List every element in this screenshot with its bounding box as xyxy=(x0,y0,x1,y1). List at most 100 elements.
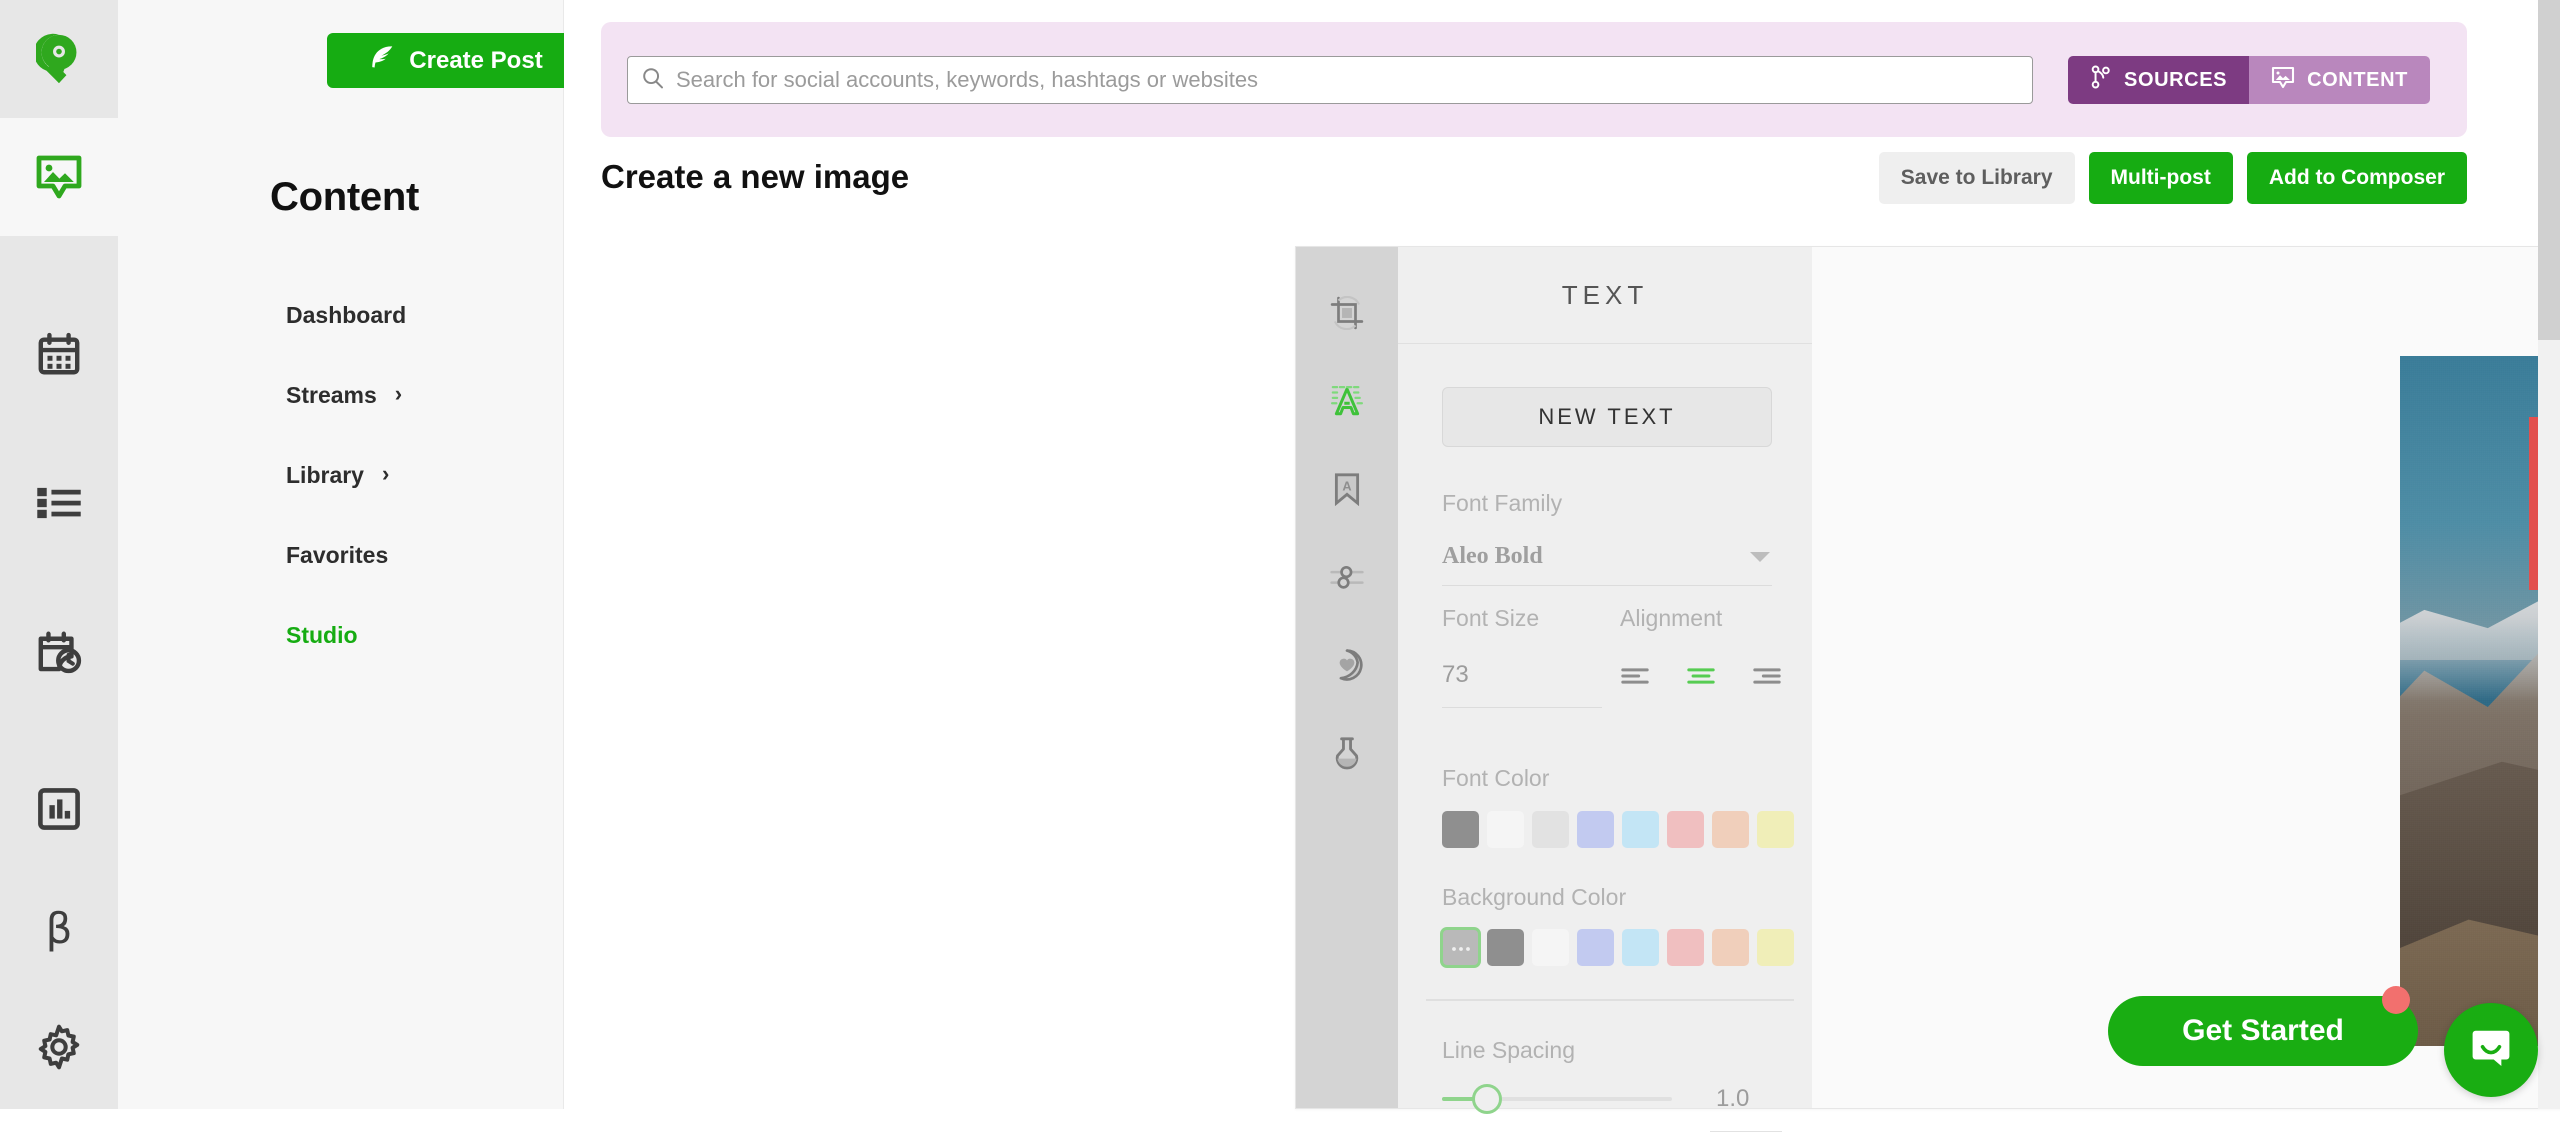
search-scope-toggle: SOURCES CONTENT xyxy=(2068,56,2430,104)
chevron-right-icon: › xyxy=(394,381,403,406)
chevron-right-icon: › xyxy=(381,461,390,486)
content-sidebar: Create Post Content Dashboard Streams › … xyxy=(118,0,585,1109)
chevron-down-icon[interactable] xyxy=(1750,552,1770,562)
add-to-composer-button[interactable]: Add to Composer xyxy=(2246,152,2467,204)
gear-icon xyxy=(36,1024,82,1070)
create-post-button[interactable]: Create Post xyxy=(327,33,585,88)
search-input[interactable] xyxy=(676,67,2018,93)
rail-item-calendar[interactable] xyxy=(0,296,118,414)
bookmark-a-icon: A xyxy=(1330,472,1364,511)
sidebar-nav-list: Dashboard Streams › Library › Favorites … xyxy=(286,275,566,675)
align-right-icon[interactable] xyxy=(1752,665,1782,692)
font-family-underline xyxy=(1442,585,1772,586)
preview-image[interactable]: "Believe you can and you're halfway ther… xyxy=(2400,356,2560,1046)
get-started-button[interactable]: Get Started xyxy=(2108,996,2418,1066)
editor-tool-strip: A xyxy=(1296,247,1398,1108)
sidebar-item-streams[interactable]: Streams › xyxy=(286,355,566,435)
calendar-icon xyxy=(36,332,82,378)
background-color-swatch[interactable] xyxy=(1532,929,1569,966)
flask-icon xyxy=(1330,736,1364,775)
align-center-icon[interactable] xyxy=(1686,665,1716,692)
sidebar-item-label: Favorites xyxy=(286,541,389,568)
font-color-swatch[interactable] xyxy=(1532,811,1569,848)
rail-item-beta[interactable]: β xyxy=(0,870,118,988)
panel-divider xyxy=(1426,999,1794,1001)
location-pin-icon xyxy=(36,33,82,85)
sticker-heart-icon xyxy=(1330,648,1364,687)
scrollbar-thumb[interactable] xyxy=(2538,0,2560,340)
save-to-library-button[interactable]: Save to Library xyxy=(1878,152,2075,204)
page-header: Create a new image Save to Library Multi… xyxy=(601,152,2467,212)
search-scope-sources[interactable]: SOURCES xyxy=(2068,56,2250,104)
page-title: Create a new image xyxy=(601,158,910,195)
beta-icon: β xyxy=(45,904,73,953)
image-post-icon xyxy=(2271,66,2295,95)
rail-item-scheduler[interactable] xyxy=(0,592,118,710)
font-color-swatch[interactable] xyxy=(1577,811,1614,848)
multi-post-button[interactable]: Multi-post xyxy=(2088,152,2233,204)
new-text-button[interactable]: NEW TEXT xyxy=(1442,387,1772,447)
messenger-launcher-button[interactable] xyxy=(2444,1003,2538,1097)
tool-text[interactable] xyxy=(1296,359,1398,447)
search-field-wrapper[interactable] xyxy=(627,56,2033,104)
sidebar-title: Content xyxy=(270,175,419,219)
primary-icon-rail: β xyxy=(0,0,118,1109)
rail-item-content[interactable] xyxy=(0,118,118,236)
background-color-swatch[interactable] xyxy=(1487,929,1524,966)
font-color-swatch[interactable] xyxy=(1757,811,1794,848)
font-color-swatch[interactable] xyxy=(1487,811,1524,848)
sidebar-item-dashboard[interactable]: Dashboard xyxy=(286,275,566,355)
sidebar-item-favorites[interactable]: Favorites xyxy=(286,515,566,595)
messenger-chat-icon xyxy=(2468,1025,2514,1076)
feather-icon xyxy=(369,44,395,77)
background-color-swatch[interactable] xyxy=(1622,929,1659,966)
background-color-swatch-transparent[interactable] xyxy=(1440,927,1481,968)
align-left-icon[interactable] xyxy=(1620,665,1650,692)
sliders-icon xyxy=(1330,563,1364,596)
alignment-label: Alignment xyxy=(1620,605,1723,631)
sidebar-item-label: Streams xyxy=(286,381,377,408)
main-content: SOURCES CONTENT Create a new image Save … xyxy=(564,0,2560,1132)
panel-title: TEXT xyxy=(1398,247,1812,344)
search-scope-content[interactable]: CONTENT xyxy=(2249,56,2430,104)
rail-item-queue[interactable] xyxy=(0,444,118,562)
font-family-value[interactable]: Aleo Bold xyxy=(1442,543,1543,570)
font-color-label: Font Color xyxy=(1442,765,1550,791)
background-color-swatch[interactable] xyxy=(1577,929,1614,966)
alignment-group xyxy=(1620,665,1782,692)
background-color-swatch[interactable] xyxy=(1757,929,1794,966)
font-family-label: Font Family xyxy=(1442,490,1563,516)
font-color-swatch[interactable] xyxy=(1622,811,1659,848)
font-size-value[interactable]: 73 xyxy=(1442,661,1469,689)
sidebar-item-studio[interactable]: Studio xyxy=(286,595,566,675)
rail-item-settings[interactable] xyxy=(0,988,118,1106)
line-spacing-label: Line Spacing xyxy=(1442,1037,1575,1063)
search-scope-sources-label: SOURCES xyxy=(2124,68,2228,91)
rail-item-analytics[interactable] xyxy=(0,750,118,868)
tool-stickers[interactable] xyxy=(1296,623,1398,711)
sidebar-item-library[interactable]: Library › xyxy=(286,435,566,515)
slider-handle[interactable] xyxy=(1472,1084,1502,1114)
transparent-dots-icon xyxy=(1451,939,1471,957)
page-header-actions: Save to Library Multi-post Add to Compos… xyxy=(1878,152,2467,204)
font-color-swatch[interactable] xyxy=(1442,811,1479,848)
tool-effects[interactable] xyxy=(1296,711,1398,799)
rail-item-home[interactable] xyxy=(0,0,118,118)
font-size-label: Font Size xyxy=(1442,605,1540,631)
page-scrollbar[interactable] xyxy=(2538,0,2560,1109)
sidebar-item-label: Studio xyxy=(286,621,358,648)
tool-adjust[interactable] xyxy=(1296,535,1398,623)
line-spacing-slider[interactable] xyxy=(1442,1084,1672,1114)
tool-branding[interactable]: A xyxy=(1296,447,1398,535)
sidebar-item-label: Library xyxy=(286,461,364,488)
create-post-label: Create Post xyxy=(409,46,543,74)
notification-badge xyxy=(2382,986,2410,1014)
tool-crop[interactable] xyxy=(1296,271,1398,359)
font-color-swatch[interactable] xyxy=(1712,811,1749,848)
background-color-swatch[interactable] xyxy=(1712,929,1749,966)
font-color-swatches xyxy=(1442,811,1794,848)
bar-chart-icon xyxy=(36,786,82,832)
font-color-swatch[interactable] xyxy=(1667,811,1704,848)
sources-branch-icon xyxy=(2090,65,2112,95)
background-color-swatch[interactable] xyxy=(1667,929,1704,966)
